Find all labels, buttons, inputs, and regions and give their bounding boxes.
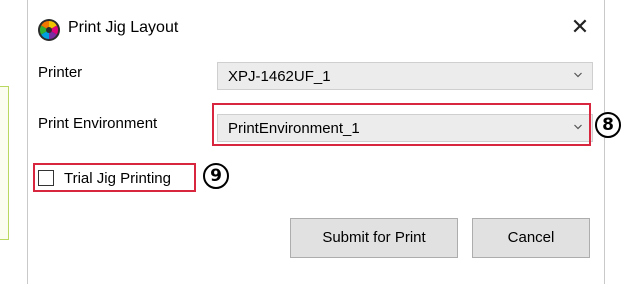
printer-dropdown[interactable]: XPJ-1462UF_1 (217, 62, 593, 90)
printer-value: XPJ-1462UF_1 (228, 68, 331, 85)
color-wheel-icon (38, 19, 60, 41)
print-jig-layout-dialog: Print Jig Layout ✕ Printer XPJ-1462UF_1 … (27, 0, 605, 284)
background-panel-edge (0, 86, 9, 240)
chevron-down-icon (574, 72, 582, 78)
title-bar: Print Jig Layout ✕ (28, 0, 604, 62)
window-title: Print Jig Layout (68, 19, 179, 36)
callout-highlight-8 (212, 103, 591, 146)
callout-number-9: 9 (203, 163, 229, 189)
close-icon: ✕ (570, 15, 590, 40)
print-environment-label: Print Environment (38, 115, 158, 132)
submit-for-print-button[interactable]: Submit for Print (290, 218, 458, 258)
close-button[interactable]: ✕ (556, 4, 604, 52)
cancel-button[interactable]: Cancel (472, 218, 590, 258)
callout-number-8: 8 (595, 112, 621, 138)
printer-label: Printer (38, 64, 83, 81)
callout-highlight-9 (33, 163, 196, 192)
